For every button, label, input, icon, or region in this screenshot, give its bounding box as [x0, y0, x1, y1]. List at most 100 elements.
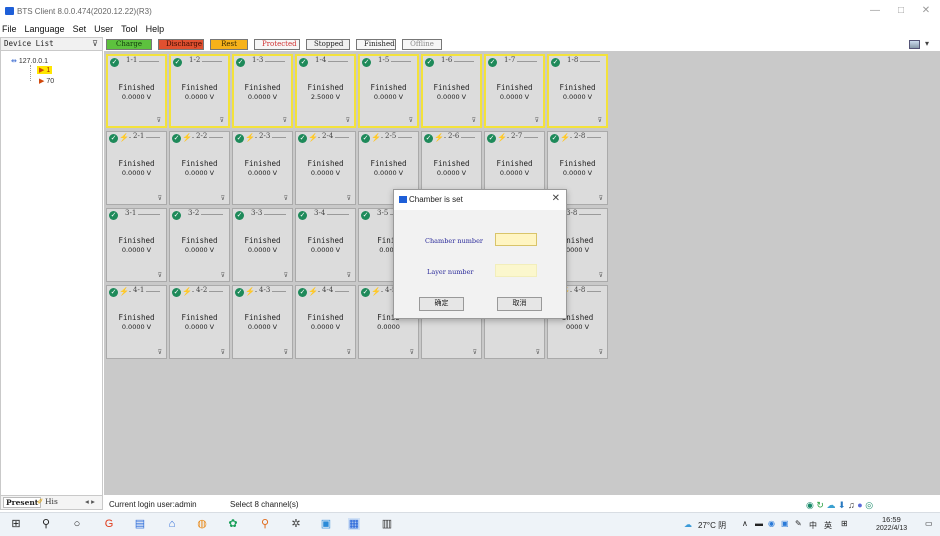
weather-text[interactable]: 27°C 阴 — [698, 520, 726, 531]
app-store-icon[interactable]: ⌂ — [166, 518, 178, 530]
task-view-icon[interactable]: ○ — [71, 518, 83, 530]
tray-chevron-icon[interactable]: ∧ — [742, 519, 748, 528]
channel-voltage: 0000 V — [565, 323, 590, 331]
app-doc-icon[interactable]: ▥ — [381, 518, 393, 530]
channel-cell[interactable]: ✓ 1-7 Finished 0.0000 V ⊽ — [484, 54, 545, 128]
channel-cell[interactable]: ✓ ⚡ 2-3 Finished 0.0000 V ⊽ — [232, 131, 293, 205]
check-icon: ✓ — [172, 134, 181, 143]
ime-mode-2[interactable]: 英 — [824, 520, 832, 531]
channel-code: 3-4 — [312, 209, 328, 217]
dialog-close-button[interactable]: ✕ — [552, 193, 560, 204]
channel-cell[interactable]: ✓ 1-5 Finished 0.0000 V ⊽ — [358, 54, 419, 128]
check-icon: ✓ — [172, 211, 181, 220]
pen-icon[interactable]: ✎ — [795, 519, 802, 528]
menu-file[interactable]: File — [2, 22, 17, 36]
pin-icon[interactable]: ⊽ — [92, 39, 98, 48]
notification-icon[interactable]: ▭ — [925, 519, 933, 528]
pin-icon: ⊽ — [534, 118, 539, 124]
pin-icon: ⊽ — [598, 350, 603, 356]
tree-node-label: 70 — [46, 78, 55, 85]
app-leaf-icon[interactable]: ✿ — [227, 518, 239, 530]
channel-cell[interactable]: ✓ 3-1 Finished 0.0000 V ⊽ — [106, 208, 167, 282]
channel-cell[interactable]: ✓ 1-1 Finished 0.0000 V ⊽ — [106, 54, 167, 128]
menu-set[interactable]: Set — [73, 22, 87, 36]
channel-cell[interactable]: ✓ ⚡ 4-3 Finished 0.0000 V ⊽ — [232, 285, 293, 359]
network-status-icon[interactable]: ● — [857, 500, 862, 510]
ok-button[interactable]: 确定 — [419, 297, 464, 311]
channel-cell[interactable]: ✓ ⚡ 2-4 Finished 0.0000 V ⊽ — [295, 131, 356, 205]
tree-node-device-1[interactable]: ▶ 1 — [37, 66, 53, 74]
search-icon[interactable]: ⚲ — [40, 518, 52, 530]
menu-bar: File Language Set User Tool Help — [0, 22, 940, 36]
legend-stopped: Stopped — [306, 39, 350, 50]
channel-state: Finished — [307, 159, 344, 168]
channel-cell[interactable]: ✓ 1-8 Finished 0.0000 V ⊽ — [547, 54, 608, 128]
cancel-button[interactable]: 取消 — [497, 297, 542, 311]
channel-cell[interactable]: ✓ 1-2 Finished 0.0000 V ⊽ — [169, 54, 230, 128]
chamber-number-input[interactable] — [495, 233, 537, 246]
sync-icon[interactable]: ◉ — [806, 500, 814, 510]
layout-icon[interactable] — [909, 40, 920, 49]
channel-cell[interactable]: ✓ 1-6 Finished 0.0000 V ⊽ — [421, 54, 482, 128]
menu-tool[interactable]: Tool — [121, 22, 138, 36]
his-icon: ✐ — [37, 497, 44, 506]
tray-app-icon[interactable]: ◉ — [768, 519, 775, 528]
pin-icon: ⊽ — [597, 118, 602, 124]
tab-scroll-arrows[interactable]: ◂ ▸ — [85, 497, 95, 506]
tab-present[interactable]: Present — [3, 497, 42, 508]
channel-cell[interactable]: ✓ 1-4 Finished 2.5000 V ⊽ — [295, 54, 356, 128]
channel-cell[interactable]: ✓ 3-2 Finished 0.0000 V ⊽ — [169, 208, 230, 282]
channel-cell[interactable]: ✓ ⚡ 2-2 Finished 0.0000 V ⊽ — [169, 131, 230, 205]
zoom-icon[interactable]: ◎ — [865, 500, 873, 510]
menu-user[interactable]: User — [94, 22, 113, 36]
pin-icon: ⊽ — [157, 350, 162, 356]
download-icon[interactable]: ⬇ — [838, 500, 846, 510]
dialog-app-icon — [399, 196, 407, 203]
refresh-icon[interactable]: ↻ — [816, 500, 824, 510]
channel-cell[interactable]: ✓ ⚡ 4-1 Finished 0.0000 V ⊽ — [106, 285, 167, 359]
channel-voltage: 0.0000 V — [499, 169, 530, 177]
selection-status: Select 8 channel(s) — [230, 500, 299, 509]
channel-code: 1-1 — [124, 56, 140, 64]
tree-node-device-70[interactable]: ▶ 70 — [37, 77, 56, 85]
channel-cell[interactable]: ✓ ⚡ 2-1 Finished 0.0000 V ⊽ — [106, 131, 167, 205]
channel-header: ✓ ⚡ 2-2 — [170, 132, 229, 144]
minimize-button[interactable]: — — [865, 5, 885, 16]
chevron-down-icon[interactable]: ▾ — [925, 39, 929, 48]
ime-mode-1[interactable]: 中 — [809, 520, 817, 531]
app-window-icon[interactable]: ▣ — [320, 518, 332, 530]
menu-help[interactable]: Help — [146, 22, 165, 36]
tree-root-node[interactable]: ⇹ 127.0.0.1 — [11, 57, 48, 65]
app-g-icon[interactable]: G — [103, 518, 115, 530]
bts-client-taskbar-icon[interactable]: ▦ — [348, 518, 360, 530]
maximize-button[interactable]: □ — [891, 5, 911, 16]
close-button[interactable]: ✕ — [916, 5, 936, 16]
channel-cell[interactable]: ✓ 3-3 Finished 0.0000 V ⊽ — [232, 208, 293, 282]
app-search-icon[interactable]: ⚲ — [259, 518, 271, 530]
tab-his[interactable]: His — [45, 497, 58, 506]
channel-cell[interactable]: ✓ 1-3 Finished 0.0000 V ⊽ — [232, 54, 293, 128]
clock-time[interactable]: 16:59 — [882, 515, 901, 524]
channel-state: Finished — [181, 159, 218, 168]
channel-cell[interactable]: ✓ ⚡ 4-2 Finished 0.0000 V ⊽ — [169, 285, 230, 359]
plug-icon: ⚡ — [371, 287, 381, 296]
channel-cell[interactable]: ✓ ⚡ 4-4 Finished 0.0000 V ⊽ — [295, 285, 356, 359]
expand-arrow-icon: ▶ — [39, 67, 45, 74]
menu-language[interactable]: Language — [25, 22, 65, 36]
app-calculator-icon[interactable]: ▤ — [134, 518, 146, 530]
legend-discharge: Discharge — [158, 39, 204, 50]
channel-voltage: 0.0000 V — [184, 246, 215, 254]
browser-icon[interactable]: ◍ — [196, 518, 208, 530]
chamber-number-label: Chamber number — [425, 237, 484, 245]
check-icon: ✓ — [298, 288, 307, 297]
channel-code: 4-2 — [194, 286, 210, 294]
start-windows-icon[interactable]: ⊞ — [10, 518, 22, 530]
tray-app2-icon[interactable]: ▣ — [781, 519, 789, 528]
settings-gear-icon[interactable]: ✲ — [290, 518, 302, 530]
speaker-icon[interactable]: ♫ — [848, 500, 855, 510]
channel-cell[interactable]: ✓ 3-4 Finished 0.0000 V ⊽ — [295, 208, 356, 282]
keyboard-icon[interactable]: ⊞ — [841, 519, 848, 528]
cloud-icon[interactable]: ☁ — [826, 500, 835, 510]
clock-date[interactable]: 2022/4/13 — [876, 525, 907, 532]
layer-number-input[interactable] — [495, 264, 537, 277]
